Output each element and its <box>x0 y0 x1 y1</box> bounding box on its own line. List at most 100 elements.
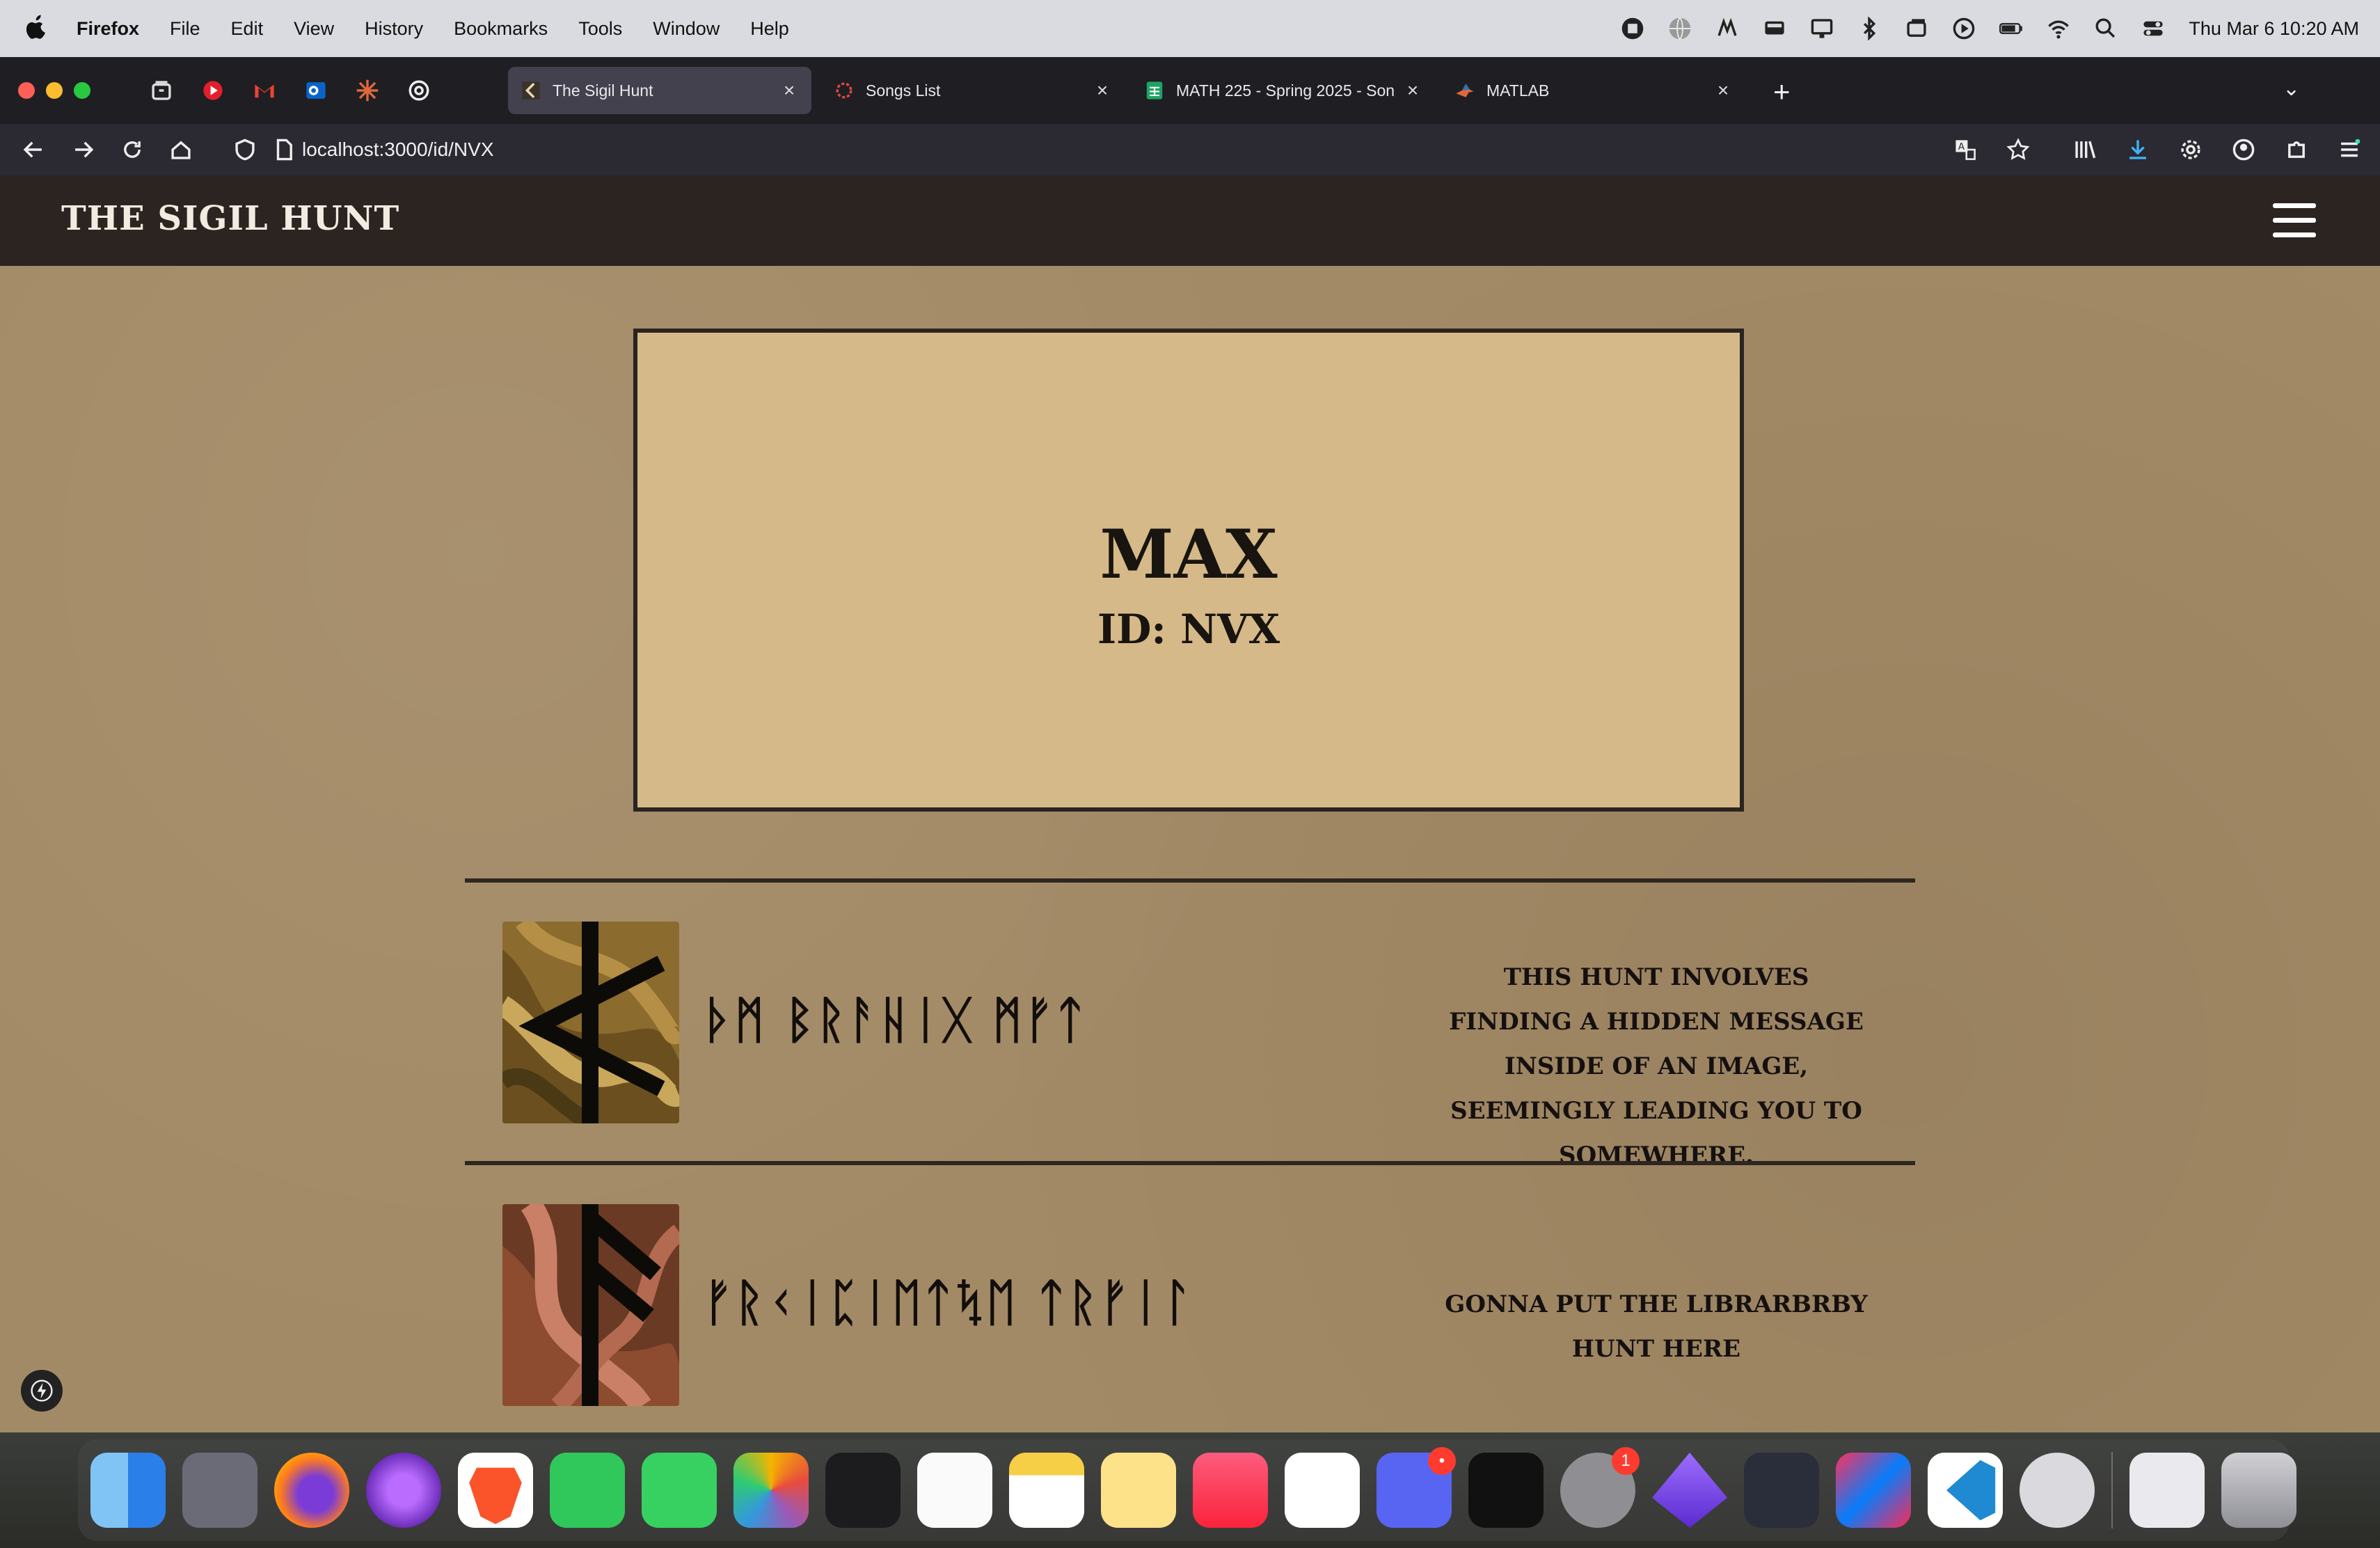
settings-gear-icon[interactable] <box>2174 133 2207 166</box>
music-icon[interactable] <box>1193 1453 1268 1528</box>
zoom-window-button[interactable] <box>74 82 90 99</box>
hunt-title[interactable]: ᚦᛗ ᛒᚱᚨᚺᛁᚷ ᛗᚠᛏ <box>703 990 1086 1049</box>
recent-window-thumbnail[interactable] <box>2129 1453 2205 1528</box>
app-menu-icon[interactable] <box>2333 133 2366 166</box>
url-text: localhost:3000/id/NVX <box>302 139 494 160</box>
record-stop-icon[interactable] <box>1621 17 1644 40</box>
notification-badge: 1 <box>1612 1447 1640 1475</box>
system-settings-icon[interactable]: 1 <box>1560 1447 1640 1528</box>
menu-bookmarks[interactable]: Bookmarks <box>454 18 548 40</box>
photos-icon[interactable] <box>733 1453 809 1528</box>
globe-icon[interactable] <box>1668 17 1692 40</box>
menu-edit[interactable]: Edit <box>231 18 264 40</box>
quicktime-icon[interactable] <box>2020 1453 2095 1528</box>
url-bar[interactable]: localhost:3000/id/NVX <box>257 132 1955 167</box>
tracking-protection-shield-icon[interactable] <box>228 133 262 166</box>
tab-matlab[interactable]: MATLAB × <box>1442 67 1745 114</box>
new-tab-plus-icon[interactable]: + <box>1773 75 1791 109</box>
apple-menu-icon[interactable] <box>26 15 50 42</box>
voice-memos-icon[interactable] <box>825 1453 901 1528</box>
tab-title: MATLAB <box>1486 81 1550 100</box>
lightning-bolt-icon[interactable] <box>21 1370 63 1412</box>
bluetooth-icon[interactable] <box>1857 17 1881 40</box>
reload-icon[interactable] <box>116 133 149 166</box>
finder-icon[interactable] <box>90 1453 166 1528</box>
menu-window[interactable]: Window <box>653 18 720 40</box>
messages-icon[interactable] <box>642 1453 717 1528</box>
pinned-gmail-icon[interactable] <box>251 77 278 104</box>
screen-mirroring-icon[interactable] <box>1810 17 1834 40</box>
menubar-clock[interactable]: Thu Mar 6 10:20 AM <box>2189 18 2359 40</box>
mac-menu-bar: Firefox File Edit View History Bookmarks… <box>0 0 2380 57</box>
extensions-icon[interactable] <box>2280 133 2313 166</box>
obsidian-icon[interactable] <box>1652 1453 1727 1528</box>
back-arrow-icon[interactable] <box>17 133 50 166</box>
tab-the-sigil-hunt[interactable]: The Sigil Hunt × <box>508 67 811 114</box>
close-window-button[interactable] <box>18 82 35 99</box>
bookmark-star-icon[interactable] <box>2001 133 2035 166</box>
facetime-icon[interactable] <box>550 1453 625 1528</box>
menu-file[interactable]: File <box>170 18 200 40</box>
podcasts-icon[interactable] <box>366 1453 441 1528</box>
pinned-youtube-music-icon[interactable] <box>199 77 227 104</box>
account-icon[interactable] <box>2227 133 2260 166</box>
pinned-chatgpt-icon[interactable] <box>405 77 433 104</box>
play-icon[interactable] <box>1952 17 1976 40</box>
network-share-icon[interactable] <box>1715 17 1739 40</box>
display-menu-icon[interactable] <box>1763 17 1786 40</box>
menu-view[interactable]: View <box>294 18 334 40</box>
intellij-idea-icon[interactable] <box>1836 1453 1911 1528</box>
downloads-icon[interactable] <box>2121 133 2155 166</box>
web-page-content: THE SIGIL HUNT MAX ID: NVX ᚦᛗ ᛒᚱᚨᚺᛁᚷ ᛗᚠᛏ… <box>0 175 2380 1432</box>
toolbar-right: A <box>1949 128 2366 171</box>
pinned-claude-icon[interactable] <box>354 77 381 104</box>
tab-list-chevron-icon[interactable]: ⌄ <box>2283 77 2300 101</box>
stickies-icon[interactable] <box>1101 1453 1176 1528</box>
dock-separator <box>2111 1452 2113 1529</box>
wifi-icon[interactable] <box>2047 17 2070 40</box>
tab-close-icon[interactable]: × <box>1090 79 1115 102</box>
tab-close-icon[interactable]: × <box>1711 79 1736 102</box>
slack-icon[interactable] <box>1285 1453 1360 1528</box>
reminders-icon[interactable] <box>917 1453 992 1528</box>
stage-manager-icon[interactable] <box>1905 17 1928 40</box>
tab-title: The Sigil Hunt <box>553 81 653 100</box>
hunt-title[interactable]: ᚠᚱᚲᛁᛈᛁᛖᛏᛪᛖ ᛏᚱᚠᛁᛚ <box>703 1272 1193 1332</box>
hunt-description: THIS HUNT INVOLVES FINDING A HIDDEN MESS… <box>1449 963 1864 1169</box>
firefox-icon[interactable] <box>274 1453 349 1528</box>
home-icon[interactable] <box>164 133 198 166</box>
hunt-list-item[interactable]: ᚠᚱᚲᛁᛈᛁᛖᛏᛪᛖ ᛏᚱᚠᛁᛚ GONNA PUT THE LIBRARBRB… <box>465 1204 1915 1413</box>
tab-title: Songs List <box>866 81 941 100</box>
library-icon[interactable] <box>2068 133 2102 166</box>
tab-close-icon[interactable]: × <box>1400 79 1425 102</box>
brave-browser-icon[interactable] <box>458 1453 533 1528</box>
notes-icon[interactable] <box>1009 1453 1084 1528</box>
tab-close-icon[interactable]: × <box>777 79 802 102</box>
battery-icon[interactable] <box>1999 17 2023 40</box>
vscode-icon[interactable] <box>1928 1453 2003 1528</box>
translate-icon[interactable]: A <box>1949 133 1982 166</box>
control-center-icon[interactable] <box>2141 17 2165 40</box>
ansuz-rune-icon <box>502 1204 679 1406</box>
terminal-icon[interactable] <box>1468 1453 1544 1528</box>
tab-overview-icon[interactable] <box>148 77 175 104</box>
hamburger-menu-icon[interactable] <box>2273 203 2316 238</box>
spotlight-search-icon[interactable] <box>2094 17 2118 40</box>
minimize-window-button[interactable] <box>46 82 63 99</box>
trash-icon[interactable] <box>2221 1453 2296 1528</box>
discord-icon[interactable]: • <box>1377 1447 1456 1528</box>
forward-arrow-icon[interactable] <box>67 133 100 166</box>
tab-songs-list[interactable]: Songs List × <box>821 67 1125 114</box>
site-title[interactable]: THE SIGIL HUNT <box>61 199 399 238</box>
menu-tools[interactable]: Tools <box>578 18 622 40</box>
tab-math-225[interactable]: MATH 225 - Spring 2025 - Son × <box>1132 67 1435 114</box>
pinned-outlook-icon[interactable] <box>302 77 330 104</box>
menu-help[interactable]: Help <box>750 18 789 40</box>
hunt-list-item[interactable]: ᚦᛗ ᛒᚱᚨᚺᛁᚷ ᛗᚠᛏ THIS HUNT INVOLVES FINDING… <box>465 922 1915 1169</box>
notification-badge: • <box>1428 1447 1456 1475</box>
davinci-resolve-icon[interactable] <box>1744 1453 1819 1528</box>
menu-history[interactable]: History <box>365 18 423 40</box>
profile-card: MAX ID: NVX <box>633 329 1744 812</box>
launchpad-icon[interactable] <box>182 1453 257 1528</box>
menu-app-name[interactable]: Firefox <box>77 18 139 40</box>
